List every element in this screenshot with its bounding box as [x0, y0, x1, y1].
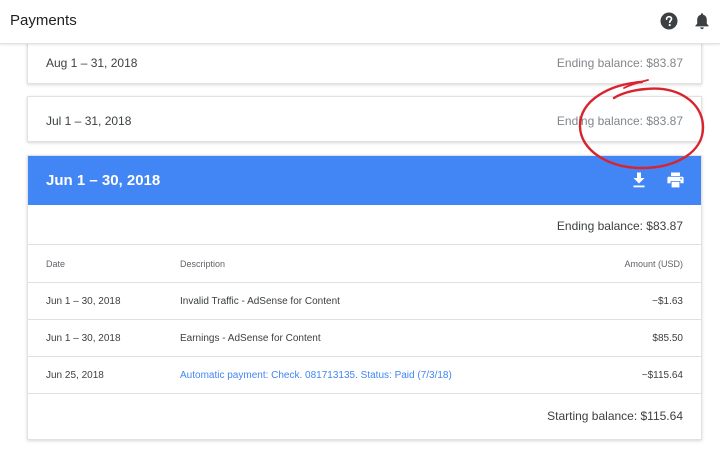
- starting-balance: Starting balance: $115.64: [547, 409, 683, 423]
- column-header-amount: Amount (USD): [624, 259, 683, 269]
- statement-period: Aug 1 – 31, 2018: [46, 56, 138, 70]
- row-amount: −$115.64: [641, 370, 683, 381]
- row-date: Jun 25, 2018: [46, 370, 104, 381]
- table-header: Date Description Amount (USD): [28, 245, 701, 283]
- payment-link[interactable]: Automatic payment: Check. 081713135. Sta…: [180, 370, 452, 381]
- row-description: Invalid Traffic - AdSense for Content: [180, 296, 340, 307]
- row-amount: −$1.63: [652, 296, 683, 307]
- row-date: Jun 1 – 30, 2018: [46, 296, 121, 307]
- download-icon[interactable]: [632, 172, 646, 188]
- statement-period: Jul 1 – 31, 2018: [46, 114, 132, 128]
- column-header-description: Description: [180, 259, 226, 269]
- statement-period: Jun 1 – 30, 2018: [46, 172, 161, 189]
- statement-card-jun: Jun 1 – 30, 2018 Ending balance: $83.87 …: [27, 155, 702, 440]
- statement-ending-balance: Ending balance: $83.87: [556, 114, 683, 128]
- statement-ending-balance: Ending balance: $83.87: [556, 56, 683, 70]
- print-icon[interactable]: [667, 172, 684, 188]
- statement-header[interactable]: Jun 1 – 30, 2018: [28, 156, 701, 205]
- top-app-bar: Payments: [0, 0, 720, 44]
- row-date: Jun 1 – 30, 2018: [46, 333, 121, 344]
- statement-card-aug[interactable]: Aug 1 – 31, 2018 Ending balance: $83.87: [27, 38, 702, 84]
- bell-icon[interactable]: [694, 12, 710, 30]
- help-icon[interactable]: [660, 12, 678, 30]
- ending-balance: Ending balance: $83.87: [556, 219, 683, 233]
- row-description: Earnings - AdSense for Content: [180, 333, 321, 344]
- row-amount: $85.50: [652, 333, 683, 344]
- page-title: Payments: [10, 12, 77, 29]
- table-row: Jun 1 – 30, 2018 Invalid Traffic - AdSen…: [28, 283, 701, 320]
- ending-balance-row: Ending balance: $83.87: [28, 205, 701, 245]
- starting-balance-row: Starting balance: $115.64: [28, 394, 701, 440]
- statement-card-jul[interactable]: Jul 1 – 31, 2018 Ending balance: $83.87: [27, 96, 702, 142]
- table-row: Jun 1 – 30, 2018 Earnings - AdSense for …: [28, 320, 701, 357]
- table-row: Jun 25, 2018 Automatic payment: Check. 0…: [28, 357, 701, 394]
- column-header-date: Date: [46, 259, 66, 269]
